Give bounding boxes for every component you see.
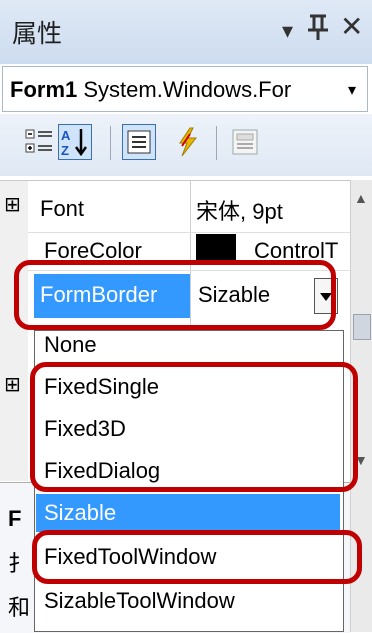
property-pages-icon[interactable] — [228, 124, 262, 160]
events-icon[interactable] — [170, 124, 204, 160]
object-selector-text: Form1 System.Windows.For — [10, 77, 291, 103]
object-type: System.Windows.For — [77, 77, 292, 102]
chevron-down-icon[interactable]: ▾ — [282, 14, 293, 48]
scroll-up-icon[interactable]: ▲ — [354, 190, 368, 206]
toolbar-separator — [110, 126, 111, 160]
properties-icon[interactable] — [122, 124, 156, 160]
row-divider — [28, 232, 350, 233]
property-value-font[interactable]: 宋体, 9pt — [196, 194, 283, 226]
chevron-down-icon[interactable]: ▾ — [348, 80, 356, 100]
panel-title: 属性 — [12, 20, 63, 48]
annotation-box-fixedtoolwindow — [32, 530, 362, 584]
option-sizabletoolwindow[interactable]: SizableToolWindow — [36, 582, 340, 620]
expand-font-icon[interactable]: ⊞ — [4, 192, 21, 217]
expand-icon[interactable]: ⊞ — [4, 372, 21, 397]
object-name: Form1 — [10, 77, 78, 102]
toolbar-separator — [216, 126, 217, 160]
property-name-font[interactable]: Font — [40, 196, 84, 222]
annotation-box-fixed-options — [30, 362, 358, 492]
pin-icon[interactable] — [306, 12, 330, 42]
svg-text:A: A — [61, 128, 71, 143]
annotation-box-formborderstyle — [14, 260, 336, 330]
grid-left-margin — [0, 181, 28, 481]
option-none[interactable]: None — [36, 326, 340, 364]
alphabetical-icon[interactable]: AZ — [58, 124, 92, 160]
scroll-thumb[interactable] — [353, 314, 371, 340]
close-icon[interactable]: ✕ — [340, 10, 363, 44]
categorized-icon[interactable] — [22, 124, 56, 160]
svg-text:Z: Z — [61, 143, 69, 158]
description-text-1: 扌 — [8, 551, 31, 576]
description-text-2: 和 — [8, 595, 31, 620]
description-title: F — [8, 506, 22, 531]
option-sizable[interactable]: Sizable — [36, 494, 340, 532]
